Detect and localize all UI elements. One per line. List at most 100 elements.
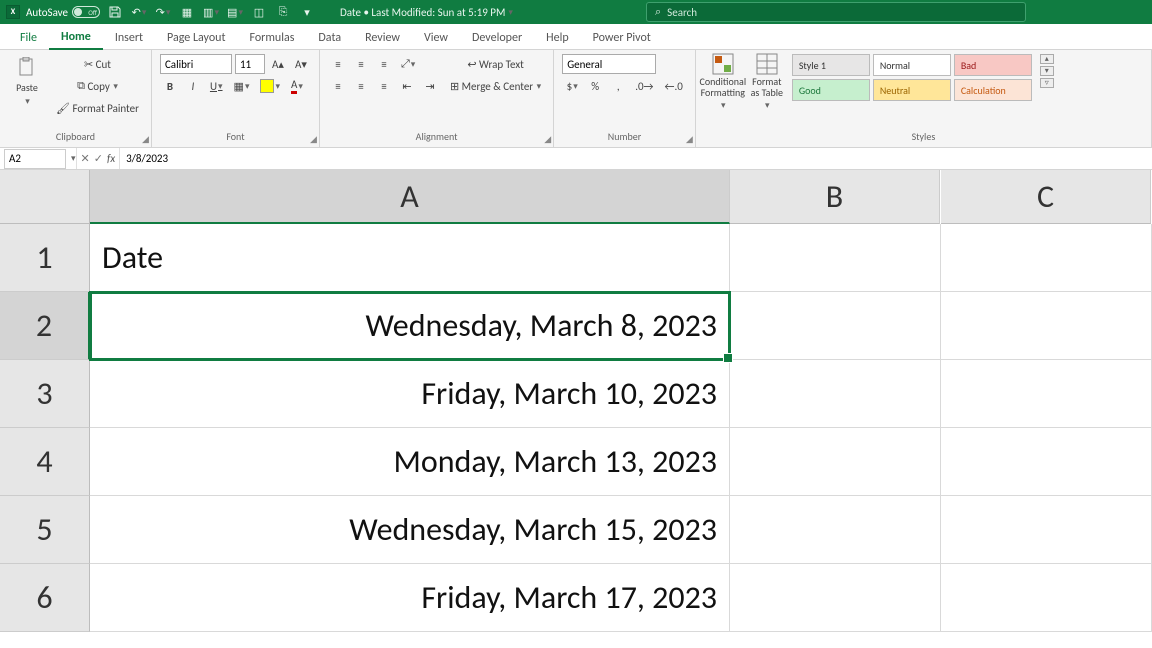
- cell-C1[interactable]: [941, 224, 1152, 292]
- cell-B6[interactable]: [730, 564, 941, 632]
- cell-A3[interactable]: Friday, March 10, 2023: [90, 360, 730, 428]
- tab-data[interactable]: Data: [306, 26, 353, 49]
- increase-indent-icon[interactable]: ⇥: [420, 76, 440, 96]
- copy-button[interactable]: ⧉ Copy ▾: [52, 76, 143, 96]
- align-left-icon[interactable]: ≡: [328, 76, 348, 96]
- wrap-text-button[interactable]: ↩ Wrap Text: [446, 54, 545, 74]
- font-color-button[interactable]: A▾: [287, 76, 307, 96]
- increase-decimal-icon[interactable]: .0→: [631, 76, 657, 96]
- comma-button[interactable]: ,: [608, 76, 628, 96]
- cancel-icon[interactable]: ✕: [81, 152, 90, 165]
- qat-icon[interactable]: ⎘: [274, 3, 292, 21]
- currency-button[interactable]: $▾: [562, 76, 582, 96]
- undo-icon[interactable]: ↶▾: [130, 3, 148, 21]
- decrease-decimal-icon[interactable]: ←.0: [661, 76, 687, 96]
- cell-A6[interactable]: Friday, March 17, 2023: [90, 564, 730, 632]
- row-header[interactable]: 5: [0, 496, 90, 564]
- align-middle-icon[interactable]: ≡: [351, 54, 371, 74]
- qat-icon[interactable]: ▤▾: [226, 3, 244, 21]
- cell-C4[interactable]: [941, 428, 1152, 496]
- tab-developer[interactable]: Developer: [460, 26, 534, 49]
- cut-button[interactable]: ✂ Cut: [52, 54, 143, 74]
- font-size-select[interactable]: [235, 54, 265, 74]
- row-header[interactable]: 2: [0, 292, 90, 360]
- enter-icon[interactable]: ✓: [94, 152, 103, 165]
- cell-A1[interactable]: Date: [90, 224, 730, 292]
- cell-B5[interactable]: [730, 496, 941, 564]
- autosave-toggle[interactable]: AutoSave Off: [26, 6, 100, 19]
- tab-formulas[interactable]: Formulas: [237, 26, 306, 49]
- tab-help[interactable]: Help: [534, 26, 581, 49]
- decrease-font-icon[interactable]: A▾: [291, 54, 311, 74]
- italic-button[interactable]: I: [183, 76, 203, 96]
- style-bad[interactable]: Bad: [954, 54, 1032, 76]
- conditional-formatting-button[interactable]: Conditional Formatting▾: [704, 54, 742, 110]
- row-header[interactable]: 3: [0, 360, 90, 428]
- dialog-launcher-icon[interactable]: ◢: [686, 134, 693, 145]
- column-header-A[interactable]: A: [90, 170, 730, 224]
- redo-icon[interactable]: ↷▾: [154, 3, 172, 21]
- border-button[interactable]: ▦▾: [230, 76, 254, 96]
- select-all-corner[interactable]: [0, 170, 90, 224]
- tab-view[interactable]: View: [412, 26, 460, 49]
- row-header[interactable]: 6: [0, 564, 90, 632]
- tab-power-pivot[interactable]: Power Pivot: [581, 26, 663, 49]
- qat-icon[interactable]: ▦: [178, 3, 196, 21]
- increase-font-icon[interactable]: A▴: [268, 54, 288, 74]
- tab-home[interactable]: Home: [49, 25, 103, 50]
- row-header[interactable]: 4: [0, 428, 90, 496]
- number-format-select[interactable]: [562, 54, 656, 74]
- tab-insert[interactable]: Insert: [103, 26, 155, 49]
- dialog-launcher-icon[interactable]: ◢: [142, 134, 149, 145]
- align-bottom-icon[interactable]: ≡: [374, 54, 394, 74]
- merge-center-button[interactable]: ⊞ Merge & Center ▾: [446, 76, 545, 96]
- cell-C5[interactable]: [941, 496, 1152, 564]
- align-center-icon[interactable]: ≡: [351, 76, 371, 96]
- qat-icon[interactable]: ▥▾: [202, 3, 220, 21]
- cell-A5[interactable]: Wednesday, March 15, 2023: [90, 496, 730, 564]
- column-header-C[interactable]: C: [941, 170, 1151, 224]
- bold-button[interactable]: B: [160, 76, 180, 96]
- qat-dropdown-icon[interactable]: ▾: [298, 3, 316, 21]
- font-name-select[interactable]: [160, 54, 232, 74]
- style-calculation[interactable]: Calculation: [954, 79, 1032, 101]
- align-right-icon[interactable]: ≡: [374, 76, 394, 96]
- fx-icon[interactable]: fx: [107, 152, 115, 165]
- tab-review[interactable]: Review: [353, 26, 412, 49]
- cell-B2[interactable]: [730, 292, 941, 360]
- style-good[interactable]: Good: [792, 79, 870, 101]
- cell-C6[interactable]: [941, 564, 1152, 632]
- tab-file[interactable]: File: [8, 26, 49, 49]
- name-box[interactable]: [4, 149, 66, 169]
- toggle-off-icon[interactable]: Off: [72, 6, 100, 18]
- row-header[interactable]: 1: [0, 224, 90, 292]
- dialog-launcher-icon[interactable]: ◢: [310, 134, 317, 145]
- dialog-launcher-icon[interactable]: ◢: [544, 134, 551, 145]
- cell-B4[interactable]: [730, 428, 941, 496]
- column-header-B[interactable]: B: [730, 170, 940, 224]
- gallery-expand-icon[interactable]: ▿: [1040, 78, 1054, 88]
- style-style1[interactable]: Style 1: [792, 54, 870, 76]
- percent-button[interactable]: %: [585, 76, 605, 96]
- decrease-indent-icon[interactable]: ⇤: [397, 76, 417, 96]
- save-icon[interactable]: [106, 3, 124, 21]
- scroll-down-icon[interactable]: ▾: [1040, 66, 1054, 76]
- style-normal[interactable]: Normal: [873, 54, 951, 76]
- format-as-table-button[interactable]: Format as Table▾: [748, 54, 786, 110]
- cell-C3[interactable]: [941, 360, 1152, 428]
- formula-input[interactable]: [120, 149, 1152, 169]
- document-title[interactable]: Date • Last Modified: Sun at 5:19 PM ▾: [340, 6, 513, 19]
- underline-button[interactable]: U▾: [206, 76, 227, 96]
- cell-B3[interactable]: [730, 360, 941, 428]
- fill-color-button[interactable]: ▾: [256, 76, 284, 96]
- cell-A2[interactable]: Wednesday, March 8, 2023: [90, 292, 730, 360]
- search-box[interactable]: ⌕ Search: [646, 2, 1026, 22]
- format-painter-button[interactable]: 🖌 Format Painter: [52, 98, 143, 118]
- qat-icon[interactable]: ◫: [250, 3, 268, 21]
- align-top-icon[interactable]: ≡: [328, 54, 348, 74]
- scroll-up-icon[interactable]: ▴: [1040, 54, 1054, 64]
- style-neutral[interactable]: Neutral: [873, 79, 951, 101]
- cell-C2[interactable]: [941, 292, 1152, 360]
- orientation-icon[interactable]: ⤢▾: [397, 54, 419, 74]
- tab-page-layout[interactable]: Page Layout: [155, 26, 237, 49]
